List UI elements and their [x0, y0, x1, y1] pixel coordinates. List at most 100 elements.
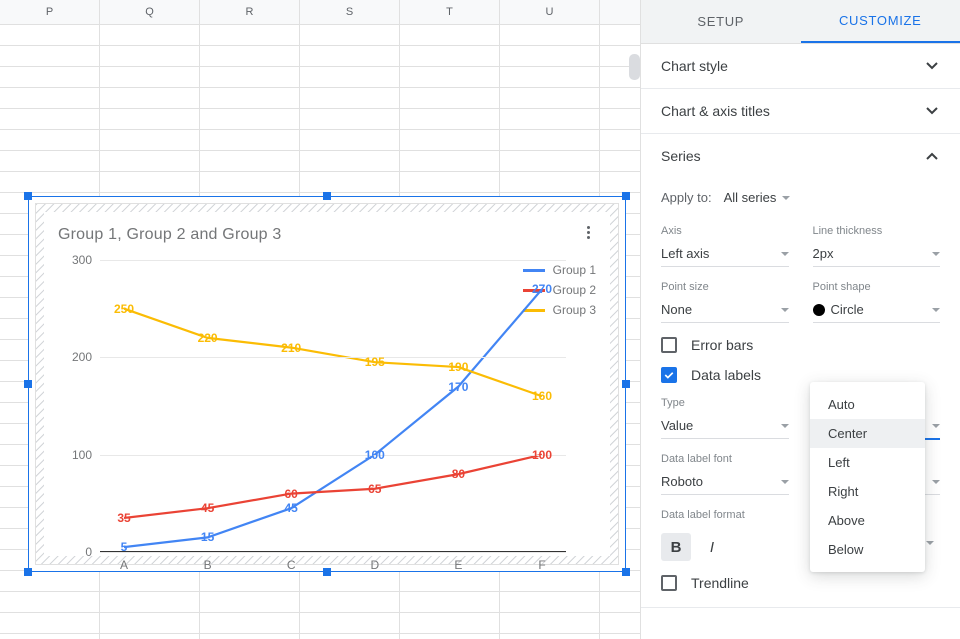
chevron-down-icon	[924, 103, 940, 119]
resize-handle-s[interactable]	[323, 568, 331, 576]
select-value: Circle	[813, 302, 864, 317]
trendline-label: Trendline	[691, 575, 749, 591]
col-header[interactable]: S	[300, 0, 400, 24]
caret-down-icon	[781, 252, 789, 256]
resize-handle-e[interactable]	[622, 380, 630, 388]
data-labels-row: Data labels	[661, 367, 940, 383]
select-value: Value	[661, 418, 693, 433]
col-header[interactable]: R	[200, 0, 300, 24]
resize-handle-sw[interactable]	[24, 568, 32, 576]
data-label: 65	[368, 482, 381, 496]
caret-down-icon	[932, 480, 940, 484]
circle-icon	[813, 304, 825, 316]
data-label: 220	[198, 331, 218, 345]
data-label: 170	[448, 380, 468, 394]
position-option-right[interactable]: Right	[810, 477, 925, 506]
resize-handle-n[interactable]	[323, 192, 331, 200]
col-header[interactable]	[600, 0, 641, 24]
col-header[interactable]: Q	[100, 0, 200, 24]
field-label: Point size	[661, 281, 789, 293]
data-label: 5	[121, 540, 128, 554]
field-label: Line thickness	[813, 225, 941, 237]
chart-lines	[100, 260, 566, 552]
section-title: Chart style	[661, 58, 728, 74]
caret-down-icon	[781, 480, 789, 484]
chart-title[interactable]: Group 1, Group 2 and Group 3	[58, 226, 282, 244]
caret-down-icon	[926, 541, 934, 545]
resize-handle-nw[interactable]	[24, 192, 32, 200]
tab-bar: SETUP CUSTOMIZE	[641, 0, 960, 44]
position-option-center[interactable]: Center	[810, 419, 925, 448]
apply-to-select[interactable]: All series	[724, 190, 791, 205]
chevron-up-icon	[924, 148, 940, 164]
position-option-above[interactable]: Above	[810, 506, 925, 535]
resize-handle-w[interactable]	[24, 380, 32, 388]
data-label: 100	[532, 448, 552, 462]
field-label: Axis	[661, 225, 789, 237]
section-title: Chart & axis titles	[661, 103, 770, 119]
caret-down-icon	[781, 424, 789, 428]
data-label-type-select[interactable]: Value	[661, 413, 789, 439]
chart-overflow-menu[interactable]	[580, 224, 596, 240]
apply-to-row: Apply to: All series	[641, 178, 960, 211]
section-chart-style[interactable]: Chart style	[641, 44, 960, 89]
column-headers: P Q R S T U	[0, 0, 640, 25]
error-bars-checkbox[interactable]	[661, 337, 677, 353]
line-thickness-select[interactable]: 2px	[813, 241, 941, 267]
position-option-left[interactable]: Left	[810, 448, 925, 477]
data-label: 45	[201, 501, 214, 515]
data-label: 45	[285, 501, 298, 515]
axis-select[interactable]: Left axis	[661, 241, 789, 267]
data-labels-label: Data labels	[691, 367, 761, 383]
section-series-header[interactable]: Series	[641, 134, 960, 178]
position-option-auto[interactable]: Auto	[810, 390, 925, 419]
chart-object[interactable]: Group 1, Group 2 and Group 3 Group 1 Gro…	[28, 196, 626, 572]
error-bars-label: Error bars	[691, 337, 753, 353]
section-title: Series	[661, 148, 701, 164]
resize-handle-ne[interactable]	[622, 192, 630, 200]
col-header[interactable]: U	[500, 0, 600, 24]
data-labels-checkbox[interactable]	[661, 367, 677, 383]
select-value: Roboto	[661, 474, 703, 489]
select-value: 2px	[813, 246, 834, 261]
caret-down-icon	[932, 424, 940, 428]
caret-down-icon	[782, 196, 790, 200]
data-label: 100	[365, 448, 385, 462]
tab-customize[interactable]: CUSTOMIZE	[801, 0, 960, 43]
select-value: None	[661, 302, 692, 317]
col-header[interactable]: T	[400, 0, 500, 24]
select-value: Left axis	[661, 246, 709, 261]
chart-inner: Group 1, Group 2 and Group 3 Group 1 Gro…	[35, 203, 619, 565]
data-label: 160	[532, 389, 552, 403]
caret-down-icon	[781, 308, 789, 312]
spreadsheet-area: P Q R S T U	[0, 0, 641, 639]
chart-body: Group 1, Group 2 and Group 3 Group 1 Gro…	[44, 212, 610, 556]
data-label: 35	[117, 511, 130, 525]
vertical-scrollbar[interactable]	[629, 54, 640, 80]
caret-down-icon	[932, 308, 940, 312]
chevron-down-icon	[924, 58, 940, 74]
trendline-checkbox[interactable]	[661, 575, 677, 591]
data-label: 190	[448, 360, 468, 374]
point-shape-select[interactable]: Circle	[813, 297, 941, 323]
plot-area: 0100200300ABCDEF515451001702703545606580…	[100, 260, 566, 552]
data-label: 80	[452, 467, 465, 481]
bold-button[interactable]: B	[661, 533, 691, 561]
data-label: 195	[365, 355, 385, 369]
apply-to-label: Apply to:	[661, 190, 712, 205]
italic-button[interactable]: I	[697, 533, 727, 561]
data-label: 210	[281, 341, 301, 355]
data-label: 15	[201, 530, 214, 544]
tab-setup[interactable]: SETUP	[641, 0, 801, 43]
caret-down-icon	[932, 252, 940, 256]
field-label: Data label font	[661, 453, 789, 465]
section-chart-axis-titles[interactable]: Chart & axis titles	[641, 89, 960, 134]
data-label: 250	[114, 302, 134, 316]
point-size-select[interactable]: None	[661, 297, 789, 323]
resize-handle-se[interactable]	[622, 568, 630, 576]
data-label-font-select[interactable]: Roboto	[661, 469, 789, 495]
trendline-row: Trendline	[661, 575, 940, 591]
col-header[interactable]: P	[0, 0, 100, 24]
apply-to-value: All series	[724, 190, 777, 205]
position-option-below[interactable]: Below	[810, 535, 925, 564]
